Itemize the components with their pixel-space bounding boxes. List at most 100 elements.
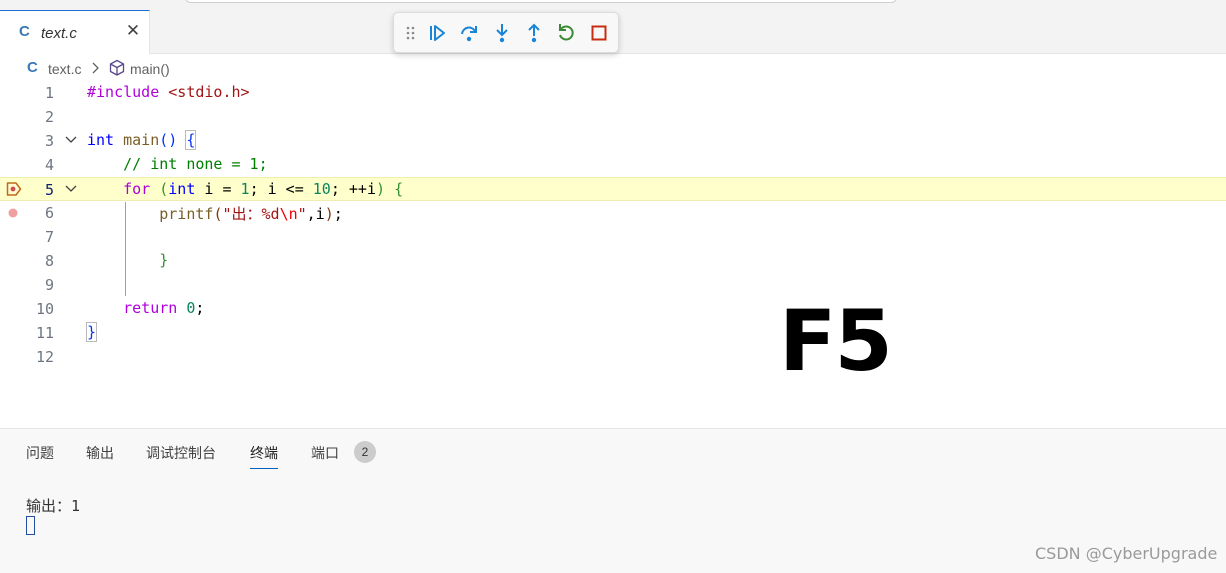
- step-into-icon[interactable]: [491, 22, 513, 44]
- token-function: main: [114, 131, 160, 149]
- tab-debug-console[interactable]: 调试控制台: [146, 443, 216, 463]
- stop-icon[interactable]: [588, 22, 610, 44]
- code-editor[interactable]: 1 #include <stdio.h> 2 3 int main() { 4 …: [0, 81, 1226, 428]
- line-number: 5: [44, 181, 54, 199]
- chevron-right-icon: [92, 62, 99, 74]
- step-over-icon[interactable]: [458, 22, 480, 44]
- title-bar: [0, 0, 1226, 10]
- code-line[interactable]: 10 return 0;: [0, 297, 1226, 321]
- code-line[interactable]: 7: [0, 225, 1226, 249]
- breadcrumb-symbol[interactable]: main(): [130, 61, 170, 77]
- indent-guide: [125, 202, 126, 296]
- tab-output[interactable]: 输出: [86, 443, 114, 463]
- code-line[interactable]: 12: [0, 345, 1226, 369]
- line-code: int main() {: [87, 130, 197, 150]
- code-line[interactable]: 3 int main() {: [0, 129, 1226, 153]
- line-number: 12: [35, 348, 54, 366]
- debug-toolbar: [393, 12, 619, 53]
- symbol-method-icon: [109, 59, 125, 76]
- breakpoint-icon[interactable]: [6, 206, 20, 220]
- code-line[interactable]: 11 }: [0, 321, 1226, 345]
- fold-chevron-icon[interactable]: [64, 182, 78, 196]
- breadcrumb-file[interactable]: text.c: [48, 61, 81, 77]
- token-comment: // int none = 1;: [123, 155, 268, 173]
- line-number: 11: [35, 324, 54, 342]
- line-number: 10: [35, 300, 54, 318]
- line-number: 1: [44, 84, 54, 102]
- token-keyword: int: [87, 131, 115, 149]
- token-string: "出：%d: [222, 205, 280, 223]
- breadcrumb: C text.c main(): [0, 55, 600, 81]
- continue-icon[interactable]: [426, 22, 448, 44]
- code-line[interactable]: 4 // int none = 1;: [0, 153, 1226, 177]
- line-code: }: [87, 251, 168, 269]
- tab-problems[interactable]: 问题: [26, 443, 54, 463]
- code-line[interactable]: 2: [0, 105, 1226, 129]
- token-semicolon: ;: [195, 299, 205, 317]
- line-number: 7: [44, 228, 54, 246]
- line-number: 6: [44, 204, 54, 222]
- tab-text-c[interactable]: C text.c ✕: [0, 10, 150, 54]
- token-number: 1: [240, 180, 250, 198]
- terminal-output[interactable]: 输出：1: [26, 495, 80, 516]
- c-language-icon: C: [27, 59, 38, 76]
- tab-ports[interactable]: 端口: [311, 443, 339, 463]
- token-keyword: int: [168, 180, 196, 198]
- token-text: i =: [195, 180, 241, 198]
- restart-icon[interactable]: [555, 22, 577, 44]
- line-code: }: [85, 322, 98, 342]
- tab-terminal[interactable]: 终端: [250, 443, 278, 469]
- fold-chevron-icon[interactable]: [64, 133, 78, 147]
- line-number: 9: [44, 276, 54, 294]
- token-text: ,i: [306, 205, 325, 223]
- code-line-current[interactable]: 5 for (int i = 1; i <= 10; ++i) {: [0, 177, 1226, 201]
- token-escape: \n: [279, 205, 298, 223]
- watermark: CSDN @CyberUpgrade: [1035, 544, 1218, 563]
- close-icon[interactable]: ✕: [124, 21, 142, 41]
- token-string: ": [297, 205, 307, 223]
- token-directive: #include: [87, 83, 160, 101]
- tab-title: text.c: [41, 25, 77, 42]
- token-keyword: for: [123, 180, 151, 198]
- key-overlay-label: F5: [779, 292, 893, 390]
- token-header: <stdio.h>: [159, 83, 250, 101]
- code-line[interactable]: 9: [0, 273, 1226, 297]
- step-out-icon[interactable]: [523, 22, 545, 44]
- command-center[interactable]: [185, 0, 897, 3]
- line-number: 2: [44, 108, 54, 126]
- token-number: 10: [312, 180, 331, 198]
- line-code: // int none = 1;: [87, 155, 268, 173]
- token-paren: ): [376, 180, 386, 198]
- token-paren: (: [159, 180, 169, 198]
- c-language-icon: C: [19, 23, 30, 40]
- line-number: 3: [44, 132, 54, 150]
- line-code: return 0;: [87, 299, 204, 317]
- line-number: 4: [44, 156, 54, 174]
- token-paren: ): [324, 205, 334, 223]
- token-keyword: return: [123, 299, 178, 317]
- token-paren: (): [159, 131, 178, 149]
- token-brace: {: [185, 130, 197, 150]
- token-text: ; ++i: [330, 180, 376, 198]
- token-function: printf: [159, 205, 214, 223]
- token-brace: }: [159, 251, 169, 269]
- token-brace: {: [394, 180, 404, 198]
- ports-count-badge: 2: [354, 441, 376, 463]
- code-line[interactable]: 8 }: [0, 249, 1226, 273]
- code-line[interactable]: 1 #include <stdio.h>: [0, 81, 1226, 105]
- drag-handle-icon[interactable]: [405, 24, 417, 42]
- token-brace: }: [85, 322, 98, 342]
- line-code: for (int i = 1; i <= 10; ++i) {: [87, 180, 403, 198]
- terminal-cursor: [26, 516, 35, 535]
- code-line[interactable]: 6 printf("出：%d\n",i);: [0, 201, 1226, 225]
- token-text: ; i <=: [249, 180, 313, 198]
